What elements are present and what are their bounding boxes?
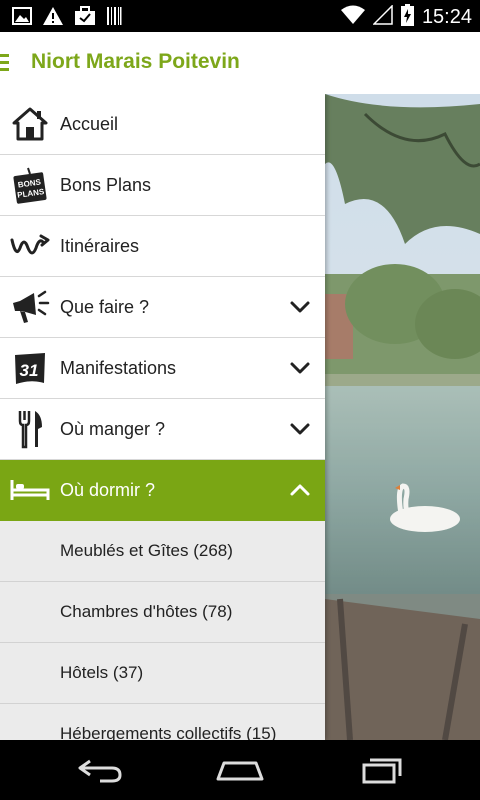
system-nav-bar: [0, 740, 480, 800]
drawer-subitem-meubles-gites[interactable]: Meublés et Gîtes (268): [0, 521, 325, 582]
cutlery-icon: [10, 409, 50, 449]
chevron-up-icon[interactable]: [289, 480, 311, 500]
signal-icon: [372, 4, 393, 30]
route-icon: [10, 226, 50, 266]
drawer-item-label: Que faire ?: [60, 296, 150, 317]
drawer-subitem-label: Hôtels (37): [60, 663, 144, 682]
drawer-subitem-hotels[interactable]: Hôtels (37): [0, 643, 325, 704]
drawer-item-label: Itinéraires: [60, 235, 140, 256]
app-title[interactable]: Niort Marais Poitevin: [31, 50, 240, 74]
drawer-subitem-label: Chambres d'hôtes (78): [60, 602, 233, 621]
app-bar: Niort Marais Poitevin: [0, 32, 480, 95]
wifi-icon: [340, 5, 365, 30]
marsh-swan-photo: [325, 94, 480, 740]
drawer-menu-icon[interactable]: [0, 52, 12, 74]
battery-icon: [400, 4, 414, 31]
calendar-icon-day: 31: [20, 361, 39, 380]
bons-plans-tag-icon: BONS PLANS: [10, 165, 50, 205]
navigation-drawer: Accueil BONS PLANS Bons Plans Itinéraire…: [0, 94, 325, 740]
status-bar: 15:24: [0, 0, 480, 32]
megaphone-icon: [10, 287, 50, 327]
drawer-item-label: Où dormir ?: [60, 479, 156, 500]
drawer-item-accueil[interactable]: Accueil: [0, 94, 325, 155]
recent-apps-icon[interactable]: [352, 755, 412, 785]
drawer-item-que-faire[interactable]: Que faire ?: [0, 277, 325, 338]
drawer-item-manifestations[interactable]: 31 Manifestations: [0, 338, 325, 399]
chevron-down-icon[interactable]: [289, 358, 311, 378]
drawer-subitem-label: Hébergements collectifs (15): [60, 724, 277, 740]
drawer-subitem-label: Meublés et Gîtes (268): [60, 541, 233, 560]
drawer-item-label: Bons Plans: [60, 174, 152, 195]
drawer-item-label: Accueil: [60, 113, 119, 134]
content-area: Accueil BONS PLANS Bons Plans Itinéraire…: [0, 94, 480, 740]
back-icon[interactable]: [70, 755, 130, 785]
briefcase-icon: [74, 6, 96, 31]
chevron-down-icon[interactable]: [289, 419, 311, 439]
drawer-item-itineraires[interactable]: Itinéraires: [0, 216, 325, 277]
drawer-item-label: Où manger ?: [60, 418, 166, 439]
home-button-icon[interactable]: [210, 755, 270, 785]
status-clock: 15:24: [421, 6, 472, 28]
drawer-item-ou-manger[interactable]: Où manger ?: [0, 399, 325, 460]
calendar-icon: 31: [10, 348, 50, 388]
bed-icon: [10, 470, 50, 510]
image-icon: [12, 7, 32, 30]
drawer-subitem-hebergements-collectifs[interactable]: Hébergements collectifs (15): [0, 704, 325, 740]
drawer-item-label: Manifestations: [60, 357, 177, 378]
drawer-item-bons-plans[interactable]: BONS PLANS Bons Plans: [0, 155, 325, 216]
barcode-icon: [106, 6, 122, 31]
drawer-subitem-chambres-hotes[interactable]: Chambres d'hôtes (78): [0, 582, 325, 643]
home-icon: [10, 104, 50, 144]
chevron-down-icon[interactable]: [289, 297, 311, 317]
drawer-item-ou-dormir[interactable]: Où dormir ?: [0, 460, 325, 521]
warning-icon: [42, 6, 64, 31]
